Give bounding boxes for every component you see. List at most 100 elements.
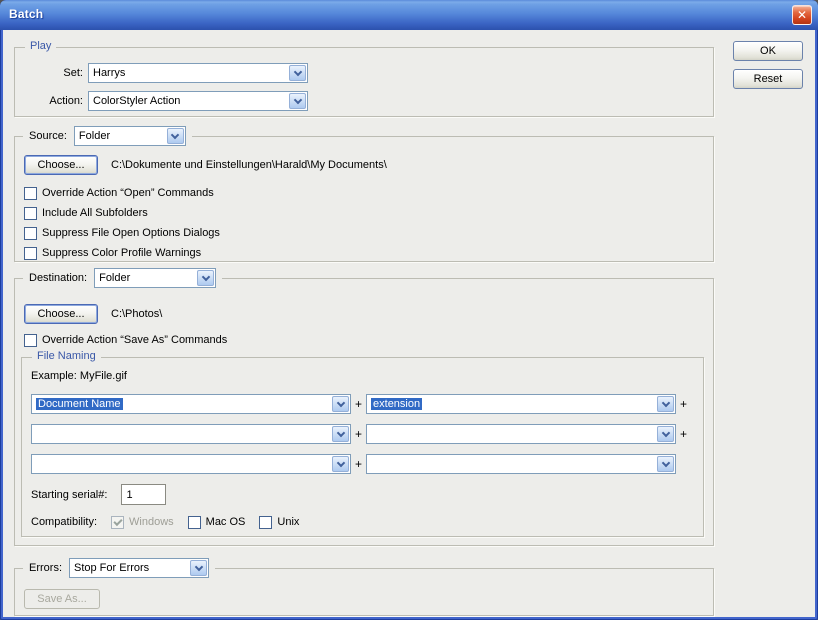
action-combobox[interactable]: ColorStyler Action <box>88 91 308 111</box>
chevron-down-icon <box>293 95 301 103</box>
set-label: Set: <box>31 67 83 79</box>
compatibility-label: Compatibility: <box>31 516 97 528</box>
errors-combobox-dropdown-button[interactable] <box>190 560 207 576</box>
destination-group-header: Destination: Folder <box>23 268 222 288</box>
destination-combobox[interactable]: Folder <box>94 268 216 288</box>
selected-text: extension <box>371 398 422 410</box>
checkbox-label: Include All Subfolders <box>42 207 148 219</box>
checkbox-box[interactable] <box>24 227 37 240</box>
errors-combobox[interactable]: Stop For Errors <box>69 558 209 578</box>
chevron-down-icon <box>293 67 301 75</box>
action-combobox-value[interactable]: ColorStyler Action <box>89 92 288 110</box>
checkbox-box[interactable] <box>24 207 37 220</box>
naming-token-combobox-1[interactable]: Document Name <box>31 394 351 414</box>
naming-token-combobox-2[interactable]: extension <box>366 394 676 414</box>
destination-combobox-dropdown-button[interactable] <box>197 270 214 286</box>
checkbox-include-all-subfolders[interactable]: Include All Subfolders <box>24 205 713 221</box>
title-bar[interactable]: Batch ✕ <box>0 0 818 30</box>
checkbox-suppress-file-open-dialogs[interactable]: Suppress File Open Options Dialogs <box>24 225 713 241</box>
naming-token-dropdown-button[interactable] <box>657 456 674 472</box>
chevron-down-icon <box>194 562 202 570</box>
naming-token-combobox-3[interactable] <box>31 424 351 444</box>
chevron-down-icon <box>336 458 344 466</box>
source-choose-row: Choose... C:\Dokumente und Einstellungen… <box>24 155 713 175</box>
set-combobox[interactable]: Harrys <box>88 63 308 83</box>
checkbox-box[interactable] <box>24 247 37 260</box>
naming-token-value[interactable] <box>32 455 331 473</box>
naming-token-combobox-5[interactable] <box>31 454 351 474</box>
plus-sign: + <box>355 457 362 471</box>
naming-token-dropdown-button[interactable] <box>332 396 349 412</box>
file-naming-row: Document Name + extension + <box>31 394 703 414</box>
naming-token-dropdown-button[interactable] <box>332 456 349 472</box>
checkbox-label: Suppress Color Profile Warnings <box>42 247 201 259</box>
naming-token-value[interactable]: Document Name <box>32 395 331 413</box>
naming-token-dropdown-button[interactable] <box>657 396 674 412</box>
plus-sign: + <box>680 397 687 411</box>
checkbox-box[interactable] <box>24 334 37 347</box>
destination-combobox-value[interactable]: Folder <box>95 269 196 287</box>
source-label: Source: <box>29 130 67 142</box>
source-combobox-dropdown-button[interactable] <box>167 128 184 144</box>
plus-sign: + <box>680 427 687 441</box>
destination-group: Destination: Folder Choose... C:\Photos\… <box>14 278 714 546</box>
checkbox-label: Suppress File Open Options Dialogs <box>42 227 220 239</box>
checkbox-label: Mac OS <box>206 516 246 528</box>
source-choose-button[interactable]: Choose... <box>24 155 98 175</box>
checkbox-box <box>111 516 124 529</box>
chevron-down-icon <box>171 130 179 138</box>
checkbox-windows: Windows <box>111 514 174 530</box>
play-group-label: Play <box>25 40 56 52</box>
errors-group-header: Errors: Stop For Errors <box>23 558 215 578</box>
checkbox-label: Unix <box>277 516 299 528</box>
errors-combobox-value[interactable]: Stop For Errors <box>70 559 189 577</box>
compatibility-row: Compatibility: Windows Mac OS <box>31 514 703 530</box>
naming-token-dropdown-button[interactable] <box>332 426 349 442</box>
destination-path-text: C:\Photos\ <box>111 308 162 320</box>
naming-token-value[interactable] <box>367 455 656 473</box>
file-naming-group: File Naming Example: MyFile.gif Document… <box>21 357 704 537</box>
file-naming-row: + + <box>31 424 703 444</box>
source-group-header: Source: Folder <box>23 126 192 146</box>
reset-button[interactable]: Reset <box>733 69 803 89</box>
checkbox-box[interactable] <box>188 516 201 529</box>
destination-choose-button[interactable]: Choose... <box>24 304 98 324</box>
naming-token-combobox-4[interactable] <box>366 424 676 444</box>
dialog-body: OK Reset Play Set: Harrys Action: <box>3 30 815 617</box>
chevron-down-icon <box>661 428 669 436</box>
play-group: Play Set: Harrys Action: ColorStyler Act… <box>14 47 714 117</box>
checkbox-suppress-color-profile-warnings[interactable]: Suppress Color Profile Warnings <box>24 245 713 261</box>
chevron-down-icon <box>201 272 209 280</box>
checkbox-override-open-commands[interactable]: Override Action “Open” Commands <box>24 185 713 201</box>
source-combobox-value[interactable]: Folder <box>75 127 166 145</box>
chevron-down-icon <box>336 398 344 406</box>
naming-token-value[interactable] <box>367 425 656 443</box>
checkbox-unix[interactable]: Unix <box>259 514 299 530</box>
batch-dialog-window: Batch ✕ OK Reset Play Set: Harrys <box>0 0 818 620</box>
set-combobox-dropdown-button[interactable] <box>289 65 306 81</box>
naming-token-value[interactable] <box>32 425 331 443</box>
checkbox-box[interactable] <box>24 187 37 200</box>
dialog-action-buttons: OK Reset <box>733 41 803 89</box>
file-naming-group-label: File Naming <box>32 350 101 362</box>
window-title: Batch <box>9 7 43 21</box>
checkbox-box[interactable] <box>259 516 272 529</box>
checkbox-label: Override Action “Open” Commands <box>42 187 214 199</box>
source-path-text: C:\Dokumente und Einstellungen\Harald\My… <box>111 159 387 171</box>
chevron-down-icon <box>661 398 669 406</box>
action-combobox-dropdown-button[interactable] <box>289 93 306 109</box>
errors-group: Errors: Stop For Errors Save As... <box>14 568 714 616</box>
set-field-row: Set: Harrys <box>31 63 713 83</box>
naming-token-combobox-6[interactable] <box>366 454 676 474</box>
source-combobox[interactable]: Folder <box>74 126 186 146</box>
checkbox-override-save-as-commands[interactable]: Override Action “Save As” Commands <box>24 332 713 348</box>
save-as-button: Save As... <box>24 589 100 609</box>
close-button[interactable]: ✕ <box>792 5 812 25</box>
checkbox-mac-os[interactable]: Mac OS <box>188 514 246 530</box>
naming-token-value[interactable]: extension <box>367 395 656 413</box>
set-combobox-value[interactable]: Harrys <box>89 64 288 82</box>
naming-token-dropdown-button[interactable] <box>657 426 674 442</box>
ok-button[interactable]: OK <box>733 41 803 61</box>
starting-serial-input[interactable] <box>121 484 166 505</box>
plus-sign: + <box>355 427 362 441</box>
